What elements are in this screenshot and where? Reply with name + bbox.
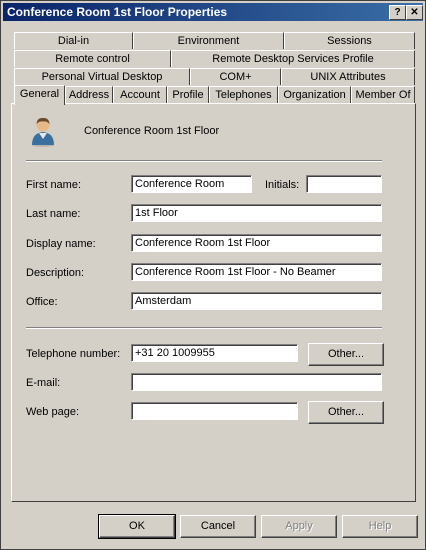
first-name-field[interactable]: Conference Room	[131, 175, 252, 193]
last-name-field[interactable]: 1st Floor	[131, 204, 382, 222]
close-button[interactable]: ✕	[406, 5, 423, 20]
tab-environment[interactable]: Environment	[133, 32, 284, 49]
office-label: Office:	[26, 296, 58, 308]
tab-member-of[interactable]: Member Of	[351, 86, 415, 103]
other-webpage-button[interactable]: Other...	[308, 401, 384, 424]
title-bar[interactable]: Conference Room 1st Floor Properties ? ✕	[3, 3, 423, 21]
apply-button[interactable]: Apply	[261, 515, 337, 538]
webpage-field[interactable]	[131, 402, 298, 420]
display-name-label: Display name:	[26, 238, 96, 250]
object-display-title: Conference Room 1st Floor	[84, 125, 220, 137]
tab-unix-attributes[interactable]: UNIX Attributes	[281, 68, 415, 85]
tab-general[interactable]: General	[14, 85, 65, 105]
description-label: Description:	[26, 267, 85, 279]
webpage-label: Web page:	[26, 406, 80, 418]
tab-account[interactable]: Account	[113, 86, 167, 103]
tab-remote-desktop-services-profile[interactable]: Remote Desktop Services Profile	[171, 50, 415, 67]
office-field[interactable]: Amsterdam	[131, 292, 382, 310]
user-icon	[32, 117, 54, 147]
tab-address[interactable]: Address	[65, 86, 113, 103]
display-name-field[interactable]: Conference Room 1st Floor	[131, 234, 382, 252]
cancel-button[interactable]: Cancel	[180, 515, 256, 538]
help-title-button[interactable]: ?	[389, 5, 406, 20]
separator-middle	[26, 327, 382, 329]
tab-personal-virtual-desktop[interactable]: Personal Virtual Desktop	[14, 68, 190, 85]
window-title: Conference Room 1st Floor Properties	[7, 5, 228, 19]
telephone-field[interactable]: +31 20 1009955	[131, 344, 298, 362]
ok-button[interactable]: OK	[98, 514, 176, 539]
email-field[interactable]	[131, 373, 382, 391]
tab-profile[interactable]: Profile	[167, 86, 209, 103]
initials-label: Initials:	[265, 179, 300, 191]
tab-organization[interactable]: Organization	[278, 86, 351, 103]
tab-com-plus[interactable]: COM+	[190, 68, 281, 85]
description-field[interactable]: Conference Room 1st Floor - No Beamer	[131, 263, 382, 281]
initials-field[interactable]	[306, 175, 382, 193]
tab-remote-control[interactable]: Remote control	[14, 50, 171, 67]
help-button[interactable]: Help	[342, 515, 418, 538]
tab-sessions[interactable]: Sessions	[284, 32, 415, 49]
separator-top	[26, 160, 382, 162]
last-name-label: Last name:	[26, 208, 81, 220]
first-name-label: First name:	[26, 179, 82, 191]
telephone-label: Telephone number:	[26, 348, 121, 360]
tab-telephones[interactable]: Telephones	[209, 86, 278, 103]
email-label: E-mail:	[26, 377, 61, 389]
tab-dial-in[interactable]: Dial-in	[14, 32, 133, 49]
other-telephone-button[interactable]: Other...	[308, 343, 384, 366]
